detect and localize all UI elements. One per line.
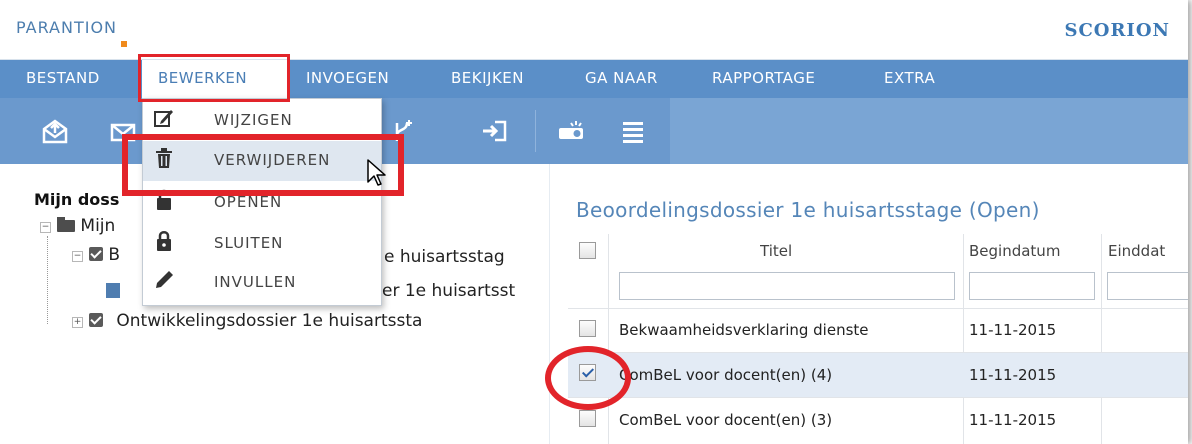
folder-icon [57,217,75,232]
checkbox-icon [89,313,103,327]
list-icon[interactable] [618,117,648,145]
app-window: PARANTION SCORION BESTAND BEWERKEN INVOE… [0,0,1188,444]
row-titel[interactable]: Bekwaamheidsverklaring dienste [619,321,959,339]
highlight-checkbox-circle [545,346,631,410]
row-checkbox[interactable] [579,320,596,337]
menu-bekijken[interactable]: BEKIJKEN [451,60,524,98]
tree-node-label-tail: e huisartsstag [384,247,505,267]
projector-icon[interactable] [556,117,586,145]
parantion-logo: PARANTION [16,18,118,37]
tree-connector [47,236,48,324]
tree-node-ontwikkelingsdossier[interactable]: Ontwikkelingsdossier 1e huisartssta [89,311,422,333]
row-begindatum: 11-11-2015 [969,321,1057,339]
tree-node-label: Mijn [80,216,116,236]
edit-icon [151,107,177,133]
menu-item-sluiten[interactable]: SLUITEN [143,224,381,264]
menu-item-invullen[interactable]: INVULLEN [143,263,381,303]
collapse-toggle[interactable]: − [72,251,83,262]
sign-in-icon[interactable] [480,117,510,145]
menu-invoegen[interactable]: INVOEGEN [306,60,389,98]
brand-bar: PARANTION SCORION [0,0,1188,60]
row-divider [568,308,1188,309]
logo-dot [121,41,127,47]
tree-node-label-tail: er 1e huisartsst [382,281,516,301]
row-begindatum: 11-11-2015 [969,411,1057,429]
tree-title: Mijn doss [34,190,120,209]
row-begindatum: 11-11-2015 [969,366,1057,384]
column-divider [1101,234,1102,444]
column-header-titel[interactable]: Titel [760,242,792,260]
menu-item-label: WIJZIGEN [214,111,293,129]
column-header-einddatum[interactable]: Einddat [1108,242,1188,260]
toolbar-separator [535,110,536,152]
tree-node-beoordelingsdossier[interactable]: B [89,245,120,267]
panel-title: Beoordelingsdossier 1e huisartsstage (Op… [576,198,1040,222]
tree-node-label: B [108,245,121,265]
row-checkbox[interactable] [579,410,596,427]
document-icon [106,283,120,298]
highlight-verwijderen [122,134,404,196]
dossier-panel: Beoordelingsdossier 1e huisartsstage (Op… [551,164,1188,444]
row-titel[interactable]: ComBeL voor docent(en) (4) [619,366,959,384]
filter-titel-input[interactable] [619,272,955,300]
column-header-begindatum[interactable]: Begindatum [969,242,1060,260]
menu-item-label: SLUITEN [214,234,284,252]
collapse-toggle[interactable]: − [40,222,51,233]
bewerken-dropdown: WIJZIGEN VERWIJDEREN OPENEN SLUITEN INVU… [142,98,382,306]
checkbox-icon [89,247,103,261]
lock-icon [151,230,177,256]
menu-extra[interactable]: EXTRA [884,60,935,98]
column-divider [608,234,609,444]
mouse-cursor-icon [366,158,390,188]
select-all-checkbox[interactable] [579,242,596,259]
pencil-icon [151,269,177,295]
filter-begindatum-input[interactable] [969,272,1095,300]
tree-node-dossier-child[interactable] [106,281,120,303]
menu-rapportage[interactable]: RAPPORTAGE [712,60,815,98]
row-titel[interactable]: ComBeL voor docent(en) (3) [619,411,959,429]
row-divider [568,397,1188,398]
highlight-bewerken [138,54,290,102]
menu-item-label: INVULLEN [214,273,297,291]
expand-toggle[interactable]: + [72,317,83,328]
scorion-logo: SCORION [1064,20,1170,41]
filter-einddatum-input[interactable] [1107,272,1188,300]
menu-ga-naar[interactable]: GA NAAR [585,60,658,98]
column-divider [963,234,964,444]
envelope-up-icon[interactable] [40,117,70,145]
tree-node-mijn[interactable]: Mijn [57,216,115,238]
tree-node-label: Ontwikkelingsdossier 1e huisartssta [116,311,423,331]
menu-bestand[interactable]: BESTAND [26,60,100,98]
